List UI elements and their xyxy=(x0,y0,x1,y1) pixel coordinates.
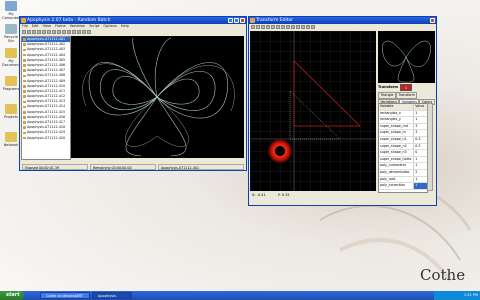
tool-rotate-button[interactable] xyxy=(271,25,275,29)
fractal-render xyxy=(82,37,235,157)
table-scrollbar[interactable] xyxy=(427,103,433,191)
transform-label: Transform xyxy=(378,85,398,89)
desktop-icon-programs[interactable]: Programs xyxy=(2,76,20,91)
tool-delete-button[interactable] xyxy=(261,25,265,29)
folder-icon xyxy=(5,48,17,58)
menu-help[interactable]: Help xyxy=(121,24,129,29)
transform-editor-window: Transform Editor X: -0.41 Y: 0.15 Transf… xyxy=(248,16,437,206)
table-row[interactable]: super_shape_n3 0 xyxy=(379,150,427,157)
status-flame-name: Apophysis-071112-401 xyxy=(158,164,244,170)
tool-zoom-out-button[interactable] xyxy=(296,25,300,29)
table-row[interactable]: poly_numerator 1 xyxy=(379,163,427,170)
tool-move-button[interactable] xyxy=(281,25,285,29)
triangle-grid xyxy=(250,31,376,191)
menu-view[interactable]: View xyxy=(43,24,51,29)
table-row[interactable]: super_shape_n1 0.3 xyxy=(379,136,427,144)
folder-icon xyxy=(5,76,17,86)
menu-options[interactable]: Options xyxy=(103,24,117,29)
menu-flame[interactable]: Flame xyxy=(55,24,66,29)
table-header: Variable Value xyxy=(379,104,427,111)
taskbar-button-browser[interactable]: Cothe on deviantART xyxy=(40,292,90,299)
table-row[interactable]: super_shape_holes 1 xyxy=(379,156,427,164)
desktop-icon-recycle-bin[interactable]: Recycle Bin xyxy=(2,24,20,43)
tool-stop-button[interactable] xyxy=(82,30,86,34)
tool-undo-button[interactable] xyxy=(37,30,41,34)
apophysis-titlebar[interactable]: Apophysis 2.07 beta - Random Batch xyxy=(20,17,246,24)
table-row[interactable]: poly_correction 1 xyxy=(379,183,427,190)
table-row[interactable]: super_shape_n2 0.3 xyxy=(379,143,427,151)
tool-gradient-button[interactable] xyxy=(62,30,66,34)
coord-x: X: -0.41 xyxy=(252,193,266,197)
flame-preview[interactable] xyxy=(71,36,244,158)
app-icon xyxy=(21,18,26,23)
minimize-button[interactable] xyxy=(228,18,233,23)
maximize-button[interactable] xyxy=(234,18,239,23)
status-elapsed: Elapsed 00:00:01.39 xyxy=(22,164,88,170)
watermark-logo: Cothe xyxy=(420,266,466,284)
table-row[interactable]: rectangles_x 1 xyxy=(379,110,427,118)
tool-options-button[interactable] xyxy=(72,30,76,34)
tool-copy-button[interactable] xyxy=(256,25,260,29)
tool-redo-button[interactable] xyxy=(42,30,46,34)
tool-play-button[interactable] xyxy=(77,30,81,34)
apophysis-window: Apophysis 2.07 beta - Random Batch File … xyxy=(19,16,247,171)
table-row[interactable]: poly_denominator 2 xyxy=(379,169,427,177)
recycle-bin-icon xyxy=(5,24,17,34)
table-row[interactable]: super_shape_rnd 3 xyxy=(379,123,427,131)
taskbar-button-apophysis[interactable]: Apophysis xyxy=(92,292,132,299)
table-row[interactable]: super_shape_m 3 xyxy=(379,130,427,137)
tool-flip-button[interactable] xyxy=(266,25,270,29)
tool-redo-button[interactable] xyxy=(311,25,315,29)
table-row[interactable]: poly_root 1 xyxy=(379,176,427,184)
tool-adjust-button[interactable] xyxy=(57,30,61,34)
system-tray: 1:51 PM xyxy=(434,291,480,300)
editor-titlebar[interactable]: Transform Editor xyxy=(249,17,436,24)
folder-icon xyxy=(5,104,17,114)
editor-preview-thumb[interactable] xyxy=(378,31,435,83)
tool-editor-button[interactable] xyxy=(52,30,56,34)
editor-toolbar xyxy=(249,24,436,30)
tool-zoom-in-button[interactable] xyxy=(291,25,295,29)
start-button[interactable]: start xyxy=(0,291,24,300)
taskbar: start Cothe on deviantART Apophysis 1:51… xyxy=(0,291,480,300)
tool-reset-button[interactable] xyxy=(301,25,305,29)
tool-open-button[interactable] xyxy=(22,30,26,34)
tool-random-button[interactable] xyxy=(32,30,36,34)
computer-icon xyxy=(5,1,17,11)
desktop-icon-my-computer[interactable]: My Computer xyxy=(2,1,20,20)
transform-canvas[interactable] xyxy=(250,31,376,191)
toolbar xyxy=(20,29,246,35)
list-item[interactable]: Apophysis-071112-420 xyxy=(22,136,70,141)
menu-variation[interactable]: Variation xyxy=(70,24,86,29)
tool-render-button[interactable] xyxy=(47,30,51,34)
coords-readout: X: -0.41 Y: 0.15 xyxy=(252,193,290,197)
status-bar: Elapsed 00:00:01.39 Remaining 00:00:00.0… xyxy=(20,164,246,170)
fractal-thumb xyxy=(382,41,431,83)
transform-dropdown[interactable]: 1 xyxy=(399,84,412,91)
folder-icon xyxy=(5,132,17,142)
flame-list: Apophysis-071112-401 Apophysis-071112-40… xyxy=(21,36,71,160)
tool-undo-button[interactable] xyxy=(306,25,310,29)
transform-selector: Transform 1 xyxy=(378,84,435,91)
tool-save-button[interactable] xyxy=(27,30,31,34)
status-remaining: Remaining 00:00:00.00 xyxy=(90,164,156,170)
table-row[interactable]: rectangles_y 1 xyxy=(379,117,427,124)
tool-scale-button[interactable] xyxy=(276,25,280,29)
close-button[interactable] xyxy=(430,18,435,23)
tool-zoom-button[interactable] xyxy=(87,30,91,34)
tool-new-button[interactable] xyxy=(251,25,255,29)
app-icon xyxy=(250,18,255,23)
desktop-icon-network[interactable]: Network xyxy=(2,132,20,147)
desktop-icon-my-documents[interactable]: My Documents xyxy=(2,48,22,67)
coord-y: Y: 0.15 xyxy=(277,193,290,197)
variables-table: Variable Value rectangles_x 1 rectangles_… xyxy=(378,103,428,193)
tool-select-button[interactable] xyxy=(286,25,290,29)
close-button[interactable] xyxy=(240,18,245,23)
clock[interactable]: 1:51 PM xyxy=(464,293,478,297)
menu-script[interactable]: Script xyxy=(89,24,99,29)
menu-edit[interactable]: Edit xyxy=(32,24,39,29)
menu-file[interactable]: File xyxy=(22,24,28,29)
tool-mutate-button[interactable] xyxy=(67,30,71,34)
desktop-icon-projects[interactable]: Projects xyxy=(2,104,20,119)
